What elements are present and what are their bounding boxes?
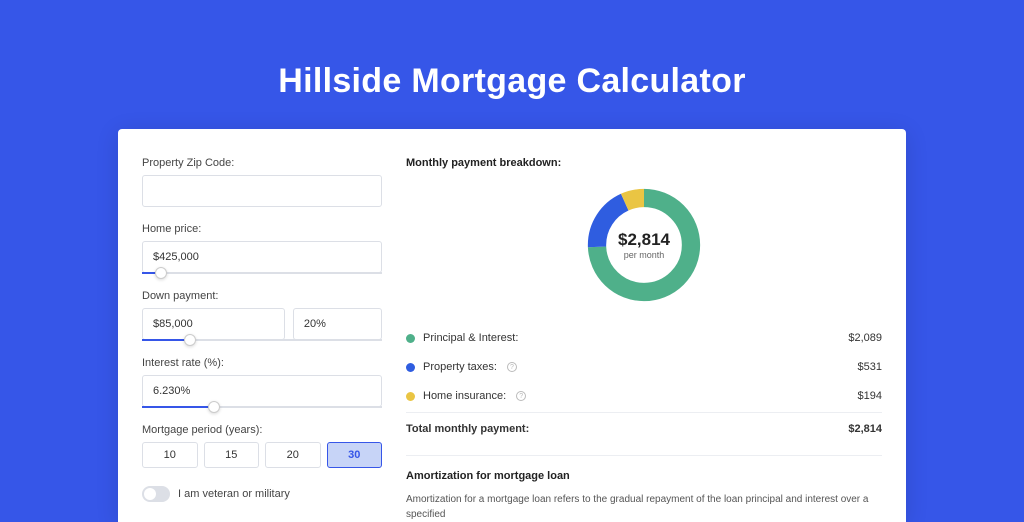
info-icon[interactable]: ? xyxy=(507,362,517,372)
interest-rate-label: Interest rate (%): xyxy=(142,357,382,369)
interest-rate-input[interactable] xyxy=(142,375,382,407)
dot-principal-icon xyxy=(406,334,415,343)
period-btn-10[interactable]: 10 xyxy=(142,442,198,468)
down-payment-label: Down payment: xyxy=(142,290,382,302)
down-payment-field-group: Down payment: xyxy=(142,290,382,341)
donut-chart-wrap: $2,814 per month xyxy=(406,179,882,323)
donut-amount: $2,814 xyxy=(618,230,670,250)
info-icon[interactable]: ? xyxy=(516,391,526,401)
home-price-slider[interactable] xyxy=(142,272,382,274)
period-button-row: 10 15 20 30 xyxy=(142,442,382,468)
veteran-toggle-row: I am veteran or military xyxy=(142,486,382,502)
down-payment-percent-input[interactable] xyxy=(293,308,382,340)
home-price-label: Home price: xyxy=(142,223,382,235)
breakdown-total-value: $2,814 xyxy=(848,423,882,435)
breakdown-row-insurance: Home insurance: ? $194 xyxy=(406,381,882,410)
veteran-toggle-label: I am veteran or military xyxy=(178,488,290,500)
period-field-group: Mortgage period (years): 10 15 20 30 xyxy=(142,424,382,468)
breakdown-panel: Monthly payment breakdown: $2,814 per mo… xyxy=(406,157,882,522)
breakdown-row-total: Total monthly payment: $2,814 xyxy=(406,412,882,443)
donut-chart: $2,814 per month xyxy=(582,183,706,307)
calculator-card: Property Zip Code: Home price: Down paym… xyxy=(118,129,906,522)
amortization-text: Amortization for a mortgage loan refers … xyxy=(406,492,882,522)
breakdown-row-taxes: Property taxes: ? $531 xyxy=(406,352,882,381)
amortization-title: Amortization for mortgage loan xyxy=(406,470,882,482)
dot-insurance-icon xyxy=(406,392,415,401)
form-panel: Property Zip Code: Home price: Down paym… xyxy=(142,157,382,522)
breakdown-title: Monthly payment breakdown: xyxy=(406,157,882,169)
page-title: Hillside Mortgage Calculator xyxy=(278,62,745,101)
breakdown-total-label: Total monthly payment: xyxy=(406,423,529,435)
down-payment-slider[interactable] xyxy=(142,339,382,341)
donut-sublabel: per month xyxy=(624,250,665,260)
period-label: Mortgage period (years): xyxy=(142,424,382,436)
period-btn-15[interactable]: 15 xyxy=(204,442,260,468)
zip-field-group: Property Zip Code: xyxy=(142,157,382,207)
breakdown-row-label: Home insurance: xyxy=(423,390,506,402)
zip-input[interactable] xyxy=(142,175,382,207)
zip-label: Property Zip Code: xyxy=(142,157,382,169)
breakdown-row-principal: Principal & Interest: $2,089 xyxy=(406,323,882,352)
dot-taxes-icon xyxy=(406,363,415,372)
home-price-field-group: Home price: xyxy=(142,223,382,274)
breakdown-row-label: Property taxes: xyxy=(423,361,497,373)
breakdown-row-value: $194 xyxy=(858,390,882,402)
breakdown-row-value: $531 xyxy=(858,361,882,373)
breakdown-row-value: $2,089 xyxy=(848,332,882,344)
interest-rate-field-group: Interest rate (%): xyxy=(142,357,382,408)
interest-rate-slider[interactable] xyxy=(142,406,382,408)
home-price-input[interactable] xyxy=(142,241,382,273)
down-payment-amount-input[interactable] xyxy=(142,308,285,340)
period-btn-30[interactable]: 30 xyxy=(327,442,383,468)
period-btn-20[interactable]: 20 xyxy=(265,442,321,468)
breakdown-row-label: Principal & Interest: xyxy=(423,332,518,344)
veteran-toggle[interactable] xyxy=(142,486,170,502)
